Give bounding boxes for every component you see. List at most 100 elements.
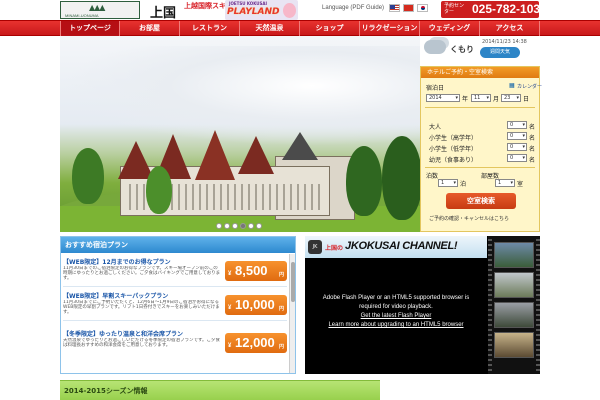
yen-symbol: ¥	[228, 343, 232, 349]
nav-item-restaurant[interactable]: レストラン	[179, 21, 239, 36]
slide-dot-3[interactable]	[232, 223, 238, 229]
tree	[346, 146, 382, 216]
weather-widget: くもり 2014/11/23 14:38 週間天気	[420, 36, 540, 66]
cloud-icon	[424, 40, 446, 54]
checkin-label: 宿泊日	[426, 85, 445, 92]
plan-title[interactable]: 【WEB限定】12月までのお得なプラン	[63, 257, 223, 266]
nav-item-onsen[interactable]: 天然温泉	[239, 21, 299, 36]
reservation-check-link[interactable]: ご予約の確認・キャンセルはこちら	[429, 215, 509, 222]
month-select[interactable]: 11	[471, 94, 491, 102]
nav-item-shop[interactable]: ショップ	[299, 21, 359, 36]
year-select[interactable]: 2014	[426, 94, 460, 102]
slide-dot-2[interactable]	[224, 223, 230, 229]
nights-select[interactable]: 1	[438, 179, 458, 187]
plan-price[interactable]: ¥ 12,000 円	[225, 333, 287, 353]
price-amount: 10,000	[235, 297, 275, 312]
infant-label: 幼児（食事あり）	[429, 157, 478, 164]
adult-select[interactable]: 0	[507, 121, 527, 129]
plan-price[interactable]: ¥ 8,500 円	[225, 261, 287, 281]
booking-panel: ホテルご予約・空室検索 宿泊日 ▦ カレンダー 2014 年 11 月 23 日…	[420, 66, 542, 232]
child-lower-label: 小学生（低学年）	[429, 146, 478, 153]
day-select[interactable]: 23	[501, 94, 521, 102]
day-unit: 日	[523, 96, 530, 103]
channel-header: JK 上国の JKOKUSAI CHANNEL!	[305, 236, 487, 258]
yen-symbol: ¥	[228, 271, 232, 277]
season-title: 2014-2015シーズン情報	[64, 387, 148, 395]
korea-flag-icon[interactable]	[417, 4, 428, 12]
slide-dot-1[interactable]	[216, 223, 222, 229]
html5-upgrade-link[interactable]: Learn more about upgrading to an HTML5 b…	[305, 321, 487, 330]
nav-item-wedding[interactable]: ウェディング	[419, 21, 479, 36]
language-label: Language (PDF Guide)	[322, 5, 385, 11]
playland-banner[interactable]: JOETSU KOKUSAI PLAYLAND	[225, 0, 298, 20]
weekly-weather-button[interactable]: 週間天気	[480, 47, 520, 58]
hero-slideshow[interactable]	[60, 36, 420, 232]
calendar-icon[interactable]: ▦	[509, 82, 515, 89]
slide-dot-6[interactable]	[256, 223, 262, 229]
nav-item-relaxation[interactable]: リラクゼーション	[359, 21, 419, 36]
adult-unit: 名	[529, 124, 536, 131]
scrollbar-thumb[interactable]	[291, 262, 295, 302]
month-unit: 月	[493, 96, 500, 103]
yen-symbol: ¥	[228, 305, 232, 311]
year-unit: 年	[462, 96, 469, 103]
rooms-select[interactable]: 1	[495, 179, 515, 187]
tree-logo-icon: ▲▲▲	[89, 3, 106, 12]
phone-label: 予約センター	[444, 3, 465, 15]
video-channel: JK 上国の JKOKUSAI CHANNEL! Adobe Flash Pla…	[305, 236, 540, 374]
hotel-logo[interactable]: ▲▲▲ MINAMI-UONUMA	[60, 1, 140, 19]
divider	[425, 167, 535, 168]
us-flag-icon[interactable]	[389, 4, 400, 12]
nav-item-rooms[interactable]: お部屋	[119, 21, 179, 36]
season-info-bar[interactable]: 2014-2015シーズン情報	[60, 380, 380, 400]
tree	[146, 166, 172, 214]
divider	[63, 286, 287, 287]
plans-scrollbar[interactable]	[289, 254, 295, 373]
get-flash-link[interactable]: Get the latest Flash Player	[305, 312, 487, 321]
video-thumbnail[interactable]	[494, 242, 534, 268]
video-thumbnail[interactable]	[494, 302, 534, 328]
page: ▲▲▲ MINAMI-UONUMA 上国 上越国際スキー場 JOETSU KOK…	[0, 0, 600, 400]
slide-dot-4[interactable]	[240, 223, 246, 229]
ski-logo-sub: 上越国際スキー場	[184, 1, 240, 10]
header: ▲▲▲ MINAMI-UONUMA 上国 上越国際スキー場 JOETSU KOK…	[0, 0, 600, 21]
price-amount: 8,500	[235, 263, 268, 278]
price-unit: 円	[279, 344, 285, 350]
channel-badge: JK	[308, 240, 322, 254]
slide-dot-5[interactable]	[248, 223, 254, 229]
plan-description: 11月30日までにご予約いただくと、12月6日〜1月9日のご宿泊がお得になるWE…	[63, 300, 220, 315]
infant-select[interactable]: 0	[507, 154, 527, 162]
child-lower-select[interactable]: 0	[507, 143, 527, 151]
weather-condition: くもり	[450, 45, 474, 54]
roof-gable	[238, 136, 274, 174]
roof-gable	[195, 130, 235, 180]
plan-title[interactable]: 【冬季限定】ゆったり温泉と和洋会席プラン	[63, 329, 223, 338]
booking-title: ホテルご予約・空室検索	[421, 67, 539, 78]
flash-message: required for video playback.	[359, 304, 433, 310]
phone-number: 025-782-1030	[472, 2, 547, 16]
child-upper-select[interactable]: 0	[507, 132, 527, 140]
video-thumbnail[interactable]	[494, 272, 534, 298]
film-perforation	[488, 236, 492, 374]
slide-indicators	[216, 222, 268, 230]
china-flag-icon[interactable]	[403, 4, 414, 12]
reservation-phone[interactable]: 予約センター 025-782-1030	[441, 1, 547, 18]
video-thumbnail[interactable]	[494, 332, 534, 358]
ski-logo-kanji: 上国	[150, 6, 177, 21]
nav-item-top[interactable]: トップページ	[60, 21, 119, 36]
divider	[425, 107, 535, 108]
tree	[382, 136, 420, 220]
channel-title: JKOKUSAI CHANNEL!	[345, 240, 458, 252]
flash-message: Adobe Flash Player or an HTML5 supported…	[322, 295, 470, 301]
mascot-icon	[283, 3, 296, 18]
plan-price[interactable]: ¥ 10,000 円	[225, 295, 287, 315]
nav-item-access[interactable]: アクセス	[479, 21, 540, 36]
child-upper-label: 小学生（高学年）	[429, 135, 478, 142]
plan-title[interactable]: 【WEB限定】早割スキーパックプラン	[63, 291, 223, 300]
availability-search-button[interactable]: 空室検索	[446, 193, 516, 209]
film-strip	[488, 236, 540, 374]
calendar-link[interactable]: カレンダー	[517, 83, 542, 90]
plans-title: おすすめ宿泊プラン	[61, 237, 295, 253]
divider	[63, 320, 287, 321]
price-amount: 12,000	[235, 335, 275, 350]
